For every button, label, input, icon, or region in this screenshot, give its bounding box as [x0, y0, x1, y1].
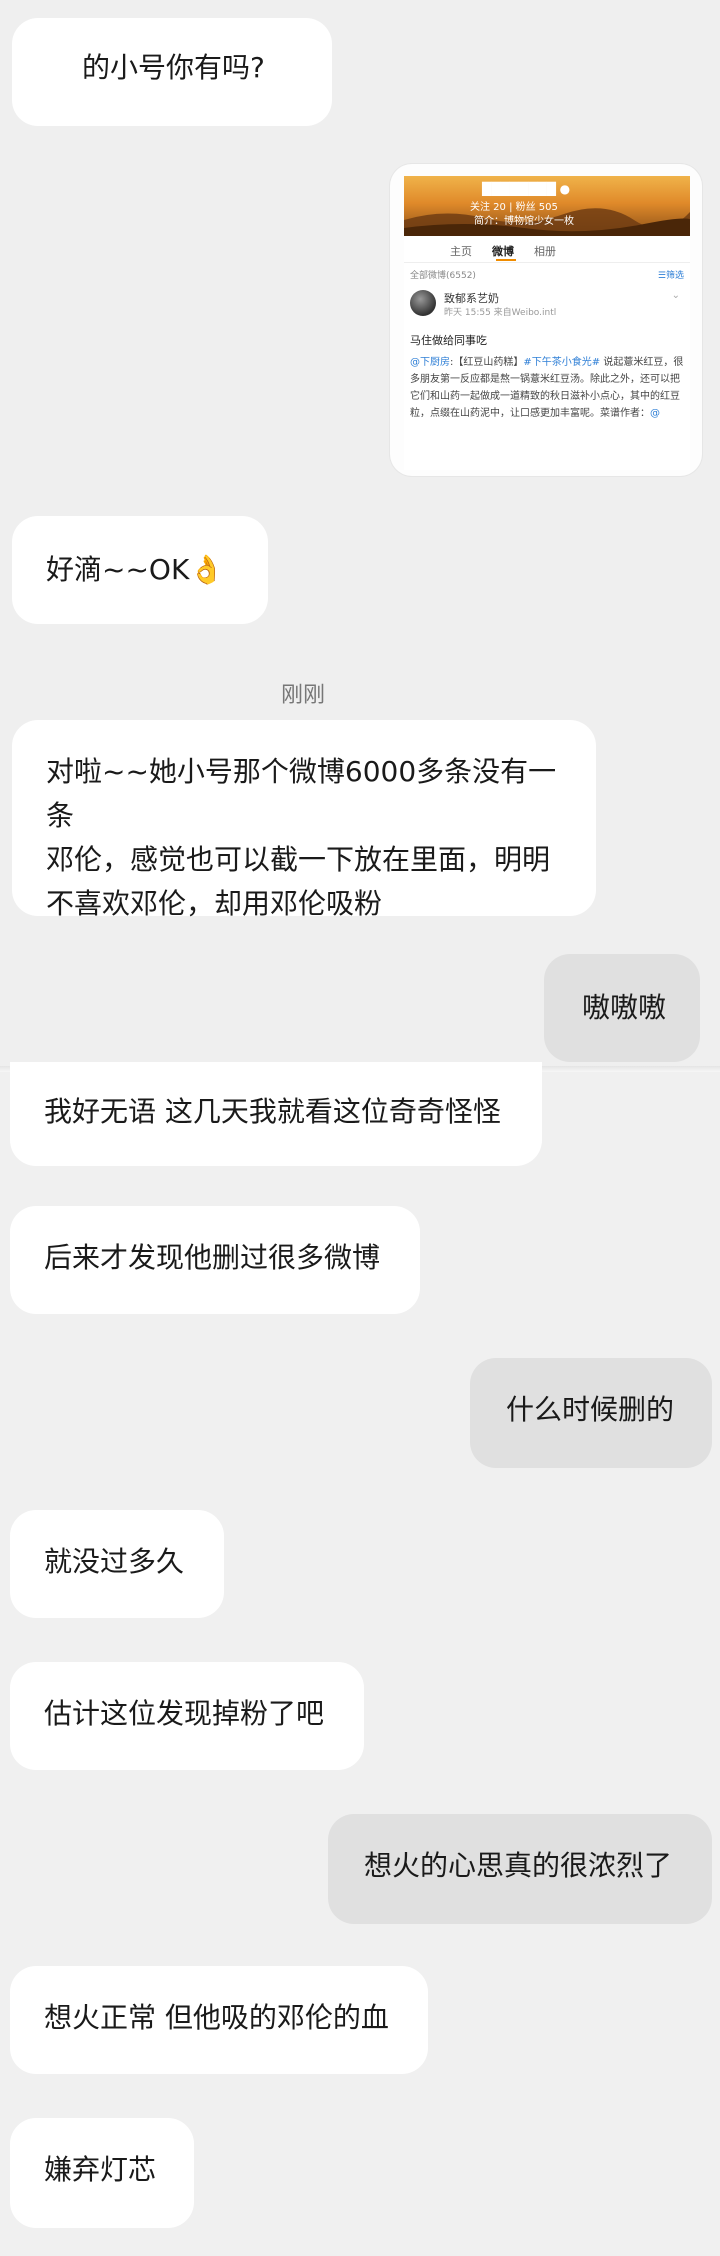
avatar: [410, 290, 436, 316]
message-bubble[interactable]: 的小号你有吗?: [12, 18, 332, 126]
all-posts-count: 全部微博(6552): [410, 271, 476, 281]
message-bubble[interactable]: 好滴~~OK👌: [12, 516, 268, 624]
poster-name: 致郁系艺奶: [444, 292, 499, 305]
post-body: @下厨房:【红豆山药糕】#下午茶小食光# 说起薏米红豆，很多朋友第一反应都是熬一…: [410, 357, 684, 419]
profile-banner: ████████ ● 关注 20 | 粉丝 505 简介：博物馆少女一枚: [404, 176, 690, 236]
profile-intro: 简介：博物馆少女一枚: [474, 216, 574, 227]
profile-tabs: 主页 微博 相册: [404, 236, 690, 263]
weibo-profile-screenshot: ████████ ● 关注 20 | 粉丝 505 简介：博物馆少女一枚 主页 …: [404, 176, 690, 470]
message-bubble[interactable]: 就没过多久: [10, 1510, 224, 1618]
message-bubble[interactable]: 嗷嗷嗷: [544, 954, 700, 1062]
message-bubble[interactable]: 什么时候删的: [470, 1358, 712, 1468]
post-filter-row: 全部微博(6552) ☰筛选: [404, 268, 690, 282]
message-bubble[interactable]: 对啦~~她小号那个微博6000多条没有一条 邓伦，感觉也可以截一下放在里面，明明…: [12, 720, 596, 920]
post-title: 马住做给同事吃: [410, 334, 487, 347]
tab-weibo: 微博: [492, 245, 514, 258]
message-bubble[interactable]: 嫌弃灯芯: [10, 2118, 194, 2228]
message-bubble[interactable]: 后来才发现他删过很多微博: [10, 1206, 420, 1314]
post-header: 致郁系艺奶 昨天 15:55 来自Weibo.intl ⌄: [410, 288, 684, 324]
profile-stats: 关注 20 | 粉丝 505: [470, 202, 558, 213]
image-message[interactable]: ████████ ● 关注 20 | 粉丝 505 简介：博物馆少女一枚 主页 …: [390, 164, 702, 476]
filter-button: ☰筛选: [657, 271, 684, 281]
active-tab-indicator: [496, 259, 516, 261]
message-bubble[interactable]: 我好无语 这几天我就看这位奇奇怪怪: [10, 1062, 542, 1166]
tab-album: 相册: [534, 245, 556, 258]
timestamp: 刚刚: [280, 683, 325, 708]
message-bubble[interactable]: 估计这位发现掉粉了吧: [10, 1662, 364, 1770]
message-bubble[interactable]: 想火正常 但他吸的邓伦的血: [10, 1966, 428, 2074]
tab-home: 主页: [450, 245, 472, 258]
profile-name-blurred: ████████ ●: [482, 182, 571, 196]
message-bubble[interactable]: 想火的心思真的很浓烈了: [328, 1814, 712, 1924]
post-meta: 昨天 15:55 来自Weibo.intl: [444, 308, 557, 318]
chevron-down-icon: ⌄: [671, 290, 680, 301]
